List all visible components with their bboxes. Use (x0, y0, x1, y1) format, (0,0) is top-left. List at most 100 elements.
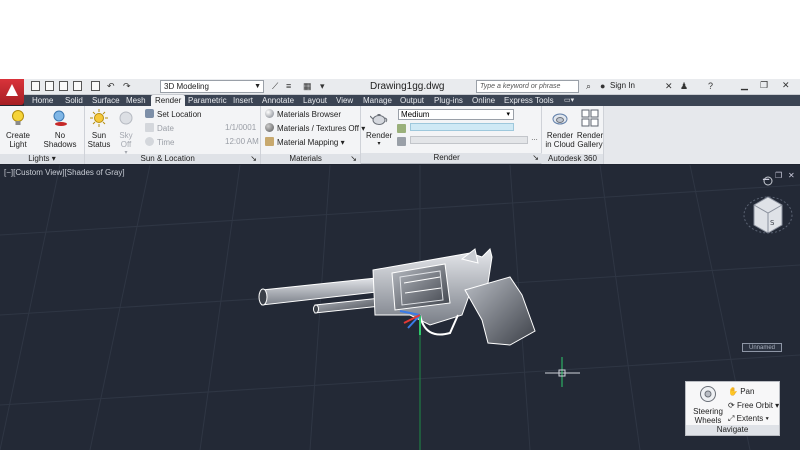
layer-icon[interactable]: ≡ (286, 81, 291, 93)
tab-view[interactable]: View (336, 95, 353, 106)
sun-location-panel-title[interactable]: Sun & Location ↘ (85, 154, 260, 164)
steering-wheels-label: Steering Wheels (693, 407, 723, 425)
render-quality-value: Medium (401, 110, 430, 119)
chevron-down-icon: ▼ (254, 83, 261, 90)
render-title-text: Render (433, 153, 460, 162)
tab-surface[interactable]: Surface (92, 95, 120, 106)
dialog-launcher-icon[interactable]: ↘ (250, 154, 257, 164)
render-gallery-label: Render Gallery (576, 131, 604, 149)
autodesk-360-panel: Render in Cloud Render Gallery Autodesk … (542, 106, 604, 164)
tab-manage[interactable]: Manage (363, 95, 392, 106)
navigate-panel-title: Navigate (686, 425, 779, 435)
shadow-icon (53, 110, 67, 126)
binoculars-icon[interactable]: ⌕ (586, 81, 591, 93)
undo-icon[interactable]: ↶ (107, 81, 115, 93)
sky-icon (119, 111, 133, 125)
new-icon[interactable] (31, 81, 40, 91)
calendar-icon (145, 123, 154, 132)
teapot-icon (369, 114, 388, 125)
title-bar: ↶ ↷ 3D Modeling ▼ ⟋ ≡ ▦ ▾ Drawing1gg.dwg… (0, 79, 800, 95)
drawing-viewport[interactable]: [−][Custom View][Shades of Gray] ▁ ❐ ✕ S… (0, 165, 800, 450)
tab-render[interactable]: Render (151, 95, 186, 106)
render-panel-title[interactable]: Render ↘ (361, 153, 542, 163)
autocad-logo-icon (6, 84, 18, 96)
no-shadows-button[interactable]: No Shadows (38, 109, 82, 149)
pan-button[interactable]: ✋ Pan (728, 387, 754, 397)
tab-annotate[interactable]: Annotate (262, 95, 294, 106)
sign-in-button[interactable]: Sign In (610, 81, 635, 90)
connect-icon[interactable]: ♟ (680, 81, 688, 93)
render-output-browse-icon[interactable]: … (531, 134, 538, 144)
minimize-icon[interactable]: ▁ (741, 80, 748, 91)
time-field[interactable]: Time 12:00 AM (145, 137, 259, 148)
restore-icon[interactable]: ❐ (760, 80, 768, 91)
clock-icon (145, 137, 154, 146)
render-gallery-button[interactable]: Render Gallery (576, 109, 604, 149)
gallery-icon (581, 109, 599, 127)
customize-quick-access-icon[interactable]: ▾ (320, 81, 325, 93)
render-button[interactable]: Render ▾ (366, 109, 392, 149)
exchange-icon[interactable]: ✕ (665, 81, 673, 93)
render-progress-bar (410, 123, 514, 131)
tab-output[interactable]: Output (400, 95, 424, 106)
materials-browser-button[interactable]: Materials Browser (265, 109, 341, 120)
open-icon[interactable] (45, 81, 54, 91)
lights-panel-title[interactable]: Lights ▾ (0, 154, 84, 164)
tab-home[interactable]: Home (32, 95, 53, 106)
materials-panel: Materials Browser Materials / Textures O… (261, 106, 365, 164)
match-properties-icon[interactable]: ⟋ (272, 81, 278, 93)
dialog-launcher-icon[interactable]: ↘ (350, 154, 357, 164)
render-in-cloud-button[interactable]: Render in Cloud (544, 109, 576, 149)
close-icon[interactable]: ✕ (782, 80, 790, 91)
viewcube[interactable]: S (742, 173, 794, 249)
ucs-menu[interactable]: Unnamed (742, 343, 782, 352)
materials-title-text: Materials (289, 154, 322, 163)
save-icon[interactable] (59, 81, 68, 91)
create-light-button[interactable]: Create Light (3, 109, 33, 149)
sky-off-button[interactable]: Sky Off ▾ (113, 109, 139, 158)
search-input[interactable]: Type a keyword or phrase (476, 80, 579, 93)
extents-label: Extents (736, 414, 764, 423)
tab-express-tools[interactable]: Express Tools (504, 95, 554, 106)
tab-parametric[interactable]: Parametric (188, 95, 227, 106)
render-label: Render (366, 131, 393, 140)
viewport-controls-label[interactable]: [−][Custom View][Shades of Gray] (4, 168, 125, 177)
material-mapping-button[interactable]: Material Mapping ▾ (265, 137, 345, 148)
viewcube-face-label: S (770, 219, 775, 227)
materials-panel-title[interactable]: Materials ↘ (261, 154, 360, 164)
redo-icon[interactable]: ↷ (123, 81, 131, 93)
tab-layout[interactable]: Layout (303, 95, 327, 106)
tab-insert[interactable]: Insert (233, 95, 253, 106)
render-quality-dropdown[interactable]: Medium ▾ (398, 109, 514, 120)
workspace-dropdown[interactable]: 3D Modeling ▼ (160, 80, 264, 93)
plot-icon[interactable] (91, 81, 100, 91)
ribbon-options-icon[interactable]: ▭▾ (564, 95, 574, 106)
application-menu-button[interactable] (0, 79, 24, 105)
tab-mesh[interactable]: Mesh (126, 95, 146, 106)
free-orbit-button[interactable]: ⟳ Free Orbit ▾ (728, 401, 779, 411)
grid-icon[interactable]: ▦ (303, 81, 312, 93)
tab-solid[interactable]: Solid (65, 95, 83, 106)
materials-textures-button[interactable]: Materials / Textures Off ▾ (265, 123, 365, 134)
tab-plug-ins[interactable]: Plug-ins (434, 95, 463, 106)
set-location-button[interactable]: Set Location (145, 109, 201, 120)
no-shadows-label: No Shadows (43, 131, 77, 149)
textures-icon (265, 123, 274, 132)
cloud-teapot-icon (552, 113, 568, 125)
steering-wheels-button[interactable]: Steering Wheels (690, 385, 726, 425)
materials-browser-label: Materials Browser (277, 110, 342, 119)
tab-online[interactable]: Online (472, 95, 495, 106)
date-field[interactable]: Date 1/1/0001 (145, 123, 256, 134)
steering-wheel-icon (700, 386, 716, 402)
zoom-extents-icon: ⤢ (728, 414, 737, 423)
user-icon[interactable]: ● (600, 81, 605, 93)
autocad-window: ↶ ↷ 3D Modeling ▼ ⟋ ≡ ▦ ▾ Drawing1gg.dwg… (0, 79, 800, 450)
zoom-extents-button[interactable]: ⤢ Extents ▾ (728, 414, 769, 424)
ribbon-tab-bar: Home Solid Surface Mesh Render Parametri… (24, 95, 800, 106)
sun-status-button[interactable]: Sun Status (87, 109, 111, 149)
help-icon[interactable]: ? (708, 81, 713, 93)
navigate-panel: Steering Wheels ✋ Pan ⟳ Free Orbit ▾ ⤢ E… (685, 381, 780, 436)
time-value: 12:00 AM (225, 137, 259, 146)
save-as-icon[interactable] (73, 81, 82, 91)
dialog-launcher-icon[interactable]: ↘ (532, 153, 539, 163)
